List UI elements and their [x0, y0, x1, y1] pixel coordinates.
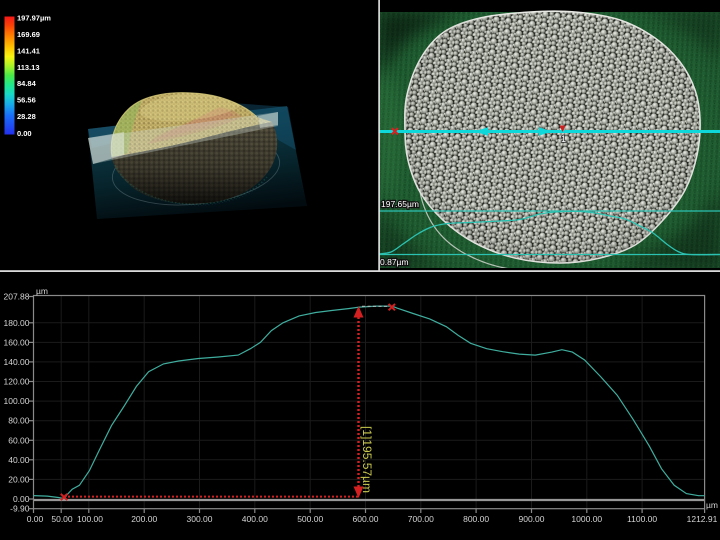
svg-text:500.00: 500.00 — [297, 514, 323, 524]
svg-text:1212.91: 1212.91 — [687, 514, 718, 524]
svg-text:0.87µm: 0.87µm — [380, 257, 409, 267]
svg-text:300.00: 300.00 — [187, 514, 213, 524]
svg-text:600.00: 600.00 — [353, 514, 379, 524]
svg-text:0.00: 0.00 — [27, 514, 44, 524]
svg-text:1: 1 — [561, 134, 566, 144]
svg-text:20.00: 20.00 — [8, 474, 30, 484]
svg-text:0.00: 0.00 — [13, 494, 30, 504]
svg-text:200.00: 200.00 — [131, 514, 157, 524]
svg-text:113.13: 113.13 — [17, 63, 40, 72]
svg-text:50.00: 50.00 — [51, 514, 73, 524]
svg-text:1100.00: 1100.00 — [627, 514, 657, 524]
svg-text:28.28: 28.28 — [17, 112, 36, 121]
svg-text:800.00: 800.00 — [463, 514, 489, 524]
svg-text:100.00: 100.00 — [4, 396, 30, 406]
svg-text:197.65µm: 197.65µm — [381, 199, 419, 209]
svg-text:84.84: 84.84 — [17, 79, 37, 88]
svg-text:40.00: 40.00 — [8, 455, 30, 465]
svg-text:169.69: 169.69 — [17, 30, 40, 39]
svg-text:56.56: 56.56 — [17, 96, 36, 105]
svg-text:140.00: 140.00 — [4, 357, 30, 367]
svg-text:141.41: 141.41 — [17, 47, 40, 56]
svg-text:60.00: 60.00 — [8, 435, 30, 445]
svg-text:400.00: 400.00 — [242, 514, 268, 524]
svg-text:80.00: 80.00 — [8, 416, 30, 426]
svg-text:1000.00: 1000.00 — [571, 514, 602, 524]
svg-text:µm: µm — [706, 500, 718, 510]
svg-text:197.97µm: 197.97µm — [17, 14, 51, 23]
svg-text:µm: µm — [36, 286, 48, 296]
svg-text:207.88: 207.88 — [4, 292, 30, 302]
svg-text:120.00: 120.00 — [4, 377, 30, 387]
svg-text:100.00: 100.00 — [77, 514, 103, 524]
svg-text:160.00: 160.00 — [4, 337, 30, 347]
svg-text:0.00: 0.00 — [17, 129, 32, 138]
svg-text:180.00: 180.00 — [4, 318, 30, 328]
svg-text:[1]195.57µm: [1]195.57µm — [360, 426, 374, 493]
svg-text:900.00: 900.00 — [519, 514, 545, 524]
svg-text:-9.90: -9.90 — [10, 504, 30, 514]
svg-text:700.00: 700.00 — [408, 514, 434, 524]
